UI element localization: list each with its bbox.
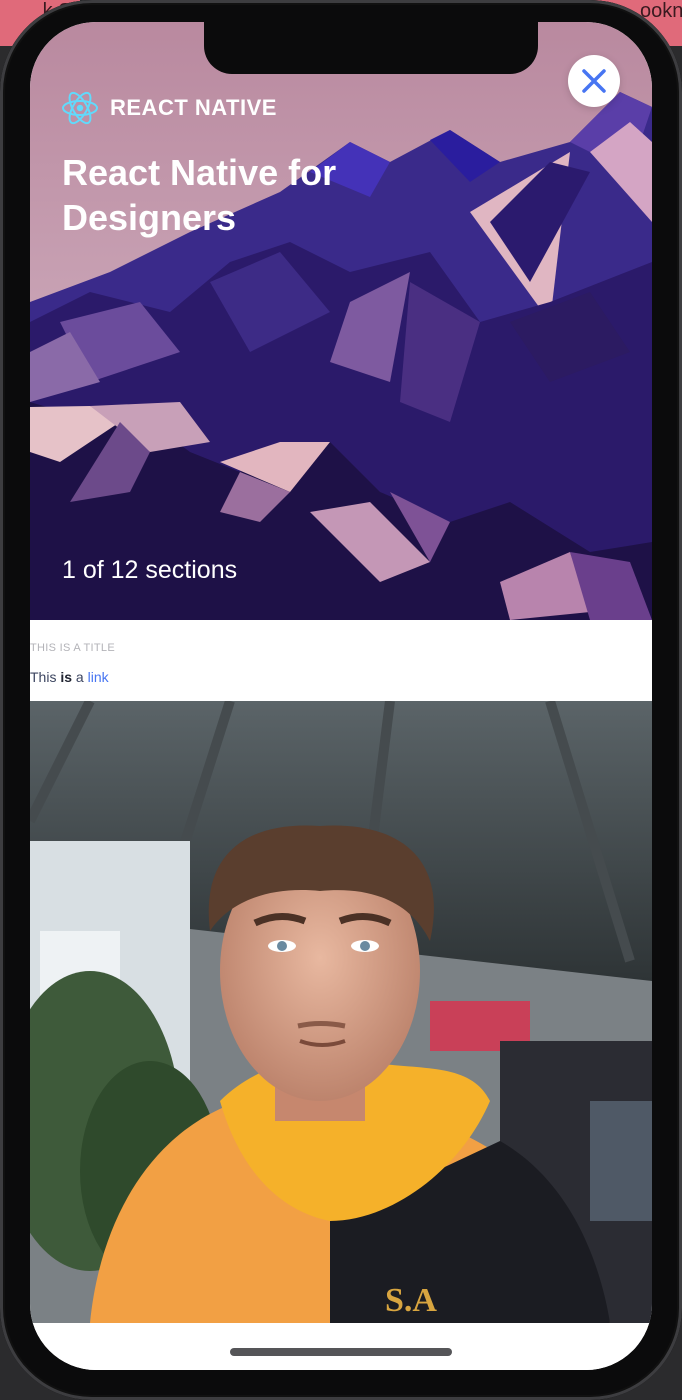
course-title: React Native for Designers [62,152,337,238]
svg-text:S.A: S.A [385,1282,437,1319]
close-button[interactable] [568,55,620,107]
person-photo: S.A [30,701,652,1323]
brand: REACT NATIVE [60,88,277,128]
home-area [30,1323,652,1370]
react-logo-icon [62,91,98,125]
content-text-before: This [30,669,61,685]
device-notch [204,22,538,74]
content-title: This is a title [30,642,115,654]
brand-label: REACT NATIVE [110,95,277,120]
photo-illustration: S.A [30,701,652,1323]
close-icon [582,69,606,93]
course-section-count: 1 of 12 sections [62,556,238,584]
content-text: This is a link [30,669,109,685]
home-indicator[interactable] [230,1348,452,1356]
content-text-middle: a [72,669,88,685]
course-hero[interactable]: REACT NATIVE React Native for Designers … [30,22,652,620]
phone-frame: REACT NATIVE React Native for Designers … [0,0,682,1400]
content-text-bold: is [60,669,73,685]
content-link[interactable]: link [88,669,109,685]
phone-screen: REACT NATIVE React Native for Designers … [30,22,652,1370]
